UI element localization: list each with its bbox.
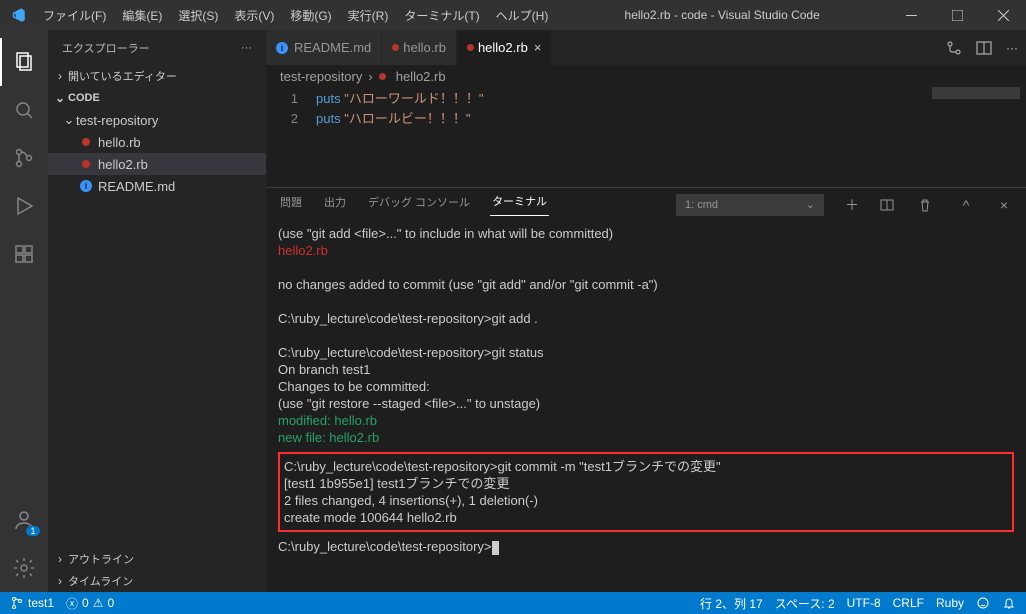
run-debug-icon[interactable] (0, 182, 48, 230)
notifications-icon[interactable] (996, 596, 1022, 610)
ruby-file-icon (379, 73, 386, 80)
menu-go[interactable]: 移動(G) (282, 7, 339, 24)
explorer-icon[interactable] (0, 38, 48, 86)
panel-tab-problems[interactable]: 問題 (278, 194, 304, 216)
tab-hello2[interactable]: hello2.rb× (457, 30, 552, 65)
line-gutter: 1 2 (266, 87, 316, 187)
editor-area: iREADME.md hello.rb hello2.rb× ··· test-… (266, 30, 1026, 592)
search-icon[interactable] (0, 86, 48, 134)
commit-highlight: C:\ruby_lecture\code\test-repository>git… (278, 452, 1014, 532)
feedback-icon[interactable] (970, 596, 996, 610)
terminal-output[interactable]: (use "git add <file>..." to include in w… (266, 221, 1026, 592)
status-spaces[interactable]: スペース: 2 (769, 595, 841, 612)
panel-tabs: 問題 出力 デバッグ コンソール ターミナル 1: cmd⌄ ＋ ^ × (266, 188, 1026, 221)
chevron-right-icon: › (52, 574, 68, 588)
source-control-icon[interactable] (0, 134, 48, 182)
window-title: hello2.rb - code - Visual Studio Code (556, 8, 888, 22)
ruby-file-icon (392, 44, 399, 51)
folder-test-repository[interactable]: ⌄test-repository (48, 109, 266, 131)
window-controls (888, 0, 1026, 30)
tab-readme[interactable]: iREADME.md (266, 30, 382, 65)
status-line-col[interactable]: 行 2、列 17 (694, 595, 769, 612)
split-terminal-icon[interactable] (880, 198, 900, 212)
activity-bar: 1 (0, 30, 48, 592)
chevron-right-icon: › (52, 69, 68, 83)
minimize-button[interactable] (888, 0, 934, 30)
file-readme-md[interactable]: iREADME.md (48, 175, 266, 197)
chevron-down-icon: ⌄ (62, 112, 76, 128)
file-hello2-rb[interactable]: hello2.rb (48, 153, 266, 175)
extensions-icon[interactable] (0, 230, 48, 278)
chevron-right-icon: › (368, 69, 372, 84)
file-hello-rb[interactable]: hello.rb (48, 131, 266, 153)
open-editors-section[interactable]: ›開いているエディター (48, 65, 266, 87)
menu-terminal[interactable]: ターミナル(T) (396, 7, 487, 24)
menu-edit[interactable]: 編集(E) (114, 7, 170, 24)
settings-icon[interactable] (0, 544, 48, 592)
chevron-right-icon: › (52, 552, 68, 566)
close-tab-icon[interactable]: × (534, 40, 542, 55)
terminal-selector[interactable]: 1: cmd⌄ (676, 194, 824, 216)
accounts-badge: 1 (26, 526, 40, 536)
error-icon: ⓧ (66, 595, 78, 612)
status-branch[interactable]: test1 (4, 596, 60, 610)
app-logo (0, 6, 35, 24)
panel-tab-output[interactable]: 出力 (322, 194, 348, 216)
folder-root[interactable]: ⌄CODE (48, 87, 266, 109)
status-encoding[interactable]: UTF-8 (841, 596, 887, 610)
ruby-file-icon (78, 160, 94, 168)
status-eol[interactable]: CRLF (887, 596, 930, 610)
menu-file[interactable]: ファイル(F) (35, 7, 114, 24)
editor-actions: ··· (938, 30, 1026, 65)
panel-tab-terminal[interactable]: ターミナル (490, 193, 549, 216)
panel-tab-debug[interactable]: デバッグ コンソール (366, 194, 472, 216)
close-button[interactable] (980, 0, 1026, 30)
explorer-header: エクスプローラー ··· (48, 30, 266, 65)
panel: 問題 出力 デバッグ コンソール ターミナル 1: cmd⌄ ＋ ^ × (us… (266, 187, 1026, 592)
minimap[interactable] (926, 87, 1026, 187)
more-actions-icon[interactable]: ··· (1006, 41, 1018, 55)
accounts-icon[interactable]: 1 (0, 496, 48, 544)
tab-bar: iREADME.md hello.rb hello2.rb× ··· (266, 30, 1026, 65)
new-terminal-icon[interactable]: ＋ (842, 195, 862, 215)
warning-icon: ⚠ (93, 596, 104, 610)
status-problems[interactable]: ⓧ0⚠0 (60, 595, 120, 612)
status-bar: test1 ⓧ0⚠0 行 2、列 17 スペース: 2 UTF-8 CRLF R… (0, 592, 1026, 614)
code-content[interactable]: puts "ハローワールド！！！" puts "ハロールビー！！！" (316, 87, 483, 187)
maximize-button[interactable] (934, 0, 980, 30)
chevron-down-icon: ⌄ (806, 198, 815, 211)
status-lang[interactable]: Ruby (930, 596, 970, 610)
breadcrumbs[interactable]: test-repository›hello2.rb (266, 65, 1026, 87)
info-file-icon: i (78, 180, 94, 192)
menu-help[interactable]: ヘルプ(H) (488, 7, 557, 24)
more-icon[interactable]: ··· (241, 42, 252, 54)
menu-select[interactable]: 選択(S) (170, 7, 226, 24)
timeline-section[interactable]: ›タイムライン (48, 570, 266, 592)
ruby-file-icon (467, 44, 474, 51)
compare-changes-icon[interactable] (946, 40, 962, 56)
ruby-file-icon (78, 138, 94, 146)
info-file-icon: i (276, 42, 288, 54)
sidebar: エクスプローラー ··· ›開いているエディター ⌄CODE ⌄test-rep… (48, 30, 266, 592)
terminal-cursor (492, 541, 499, 555)
titlebar: ファイル(F) 編集(E) 選択(S) 表示(V) 移動(G) 実行(R) ター… (0, 0, 1026, 30)
maximize-panel-icon[interactable]: ^ (956, 197, 976, 213)
menubar: ファイル(F) 編集(E) 選択(S) 表示(V) 移動(G) 実行(R) ター… (35, 7, 556, 24)
kill-terminal-icon[interactable] (918, 198, 938, 212)
file-tree: ⌄test-repository hello.rb hello2.rb iREA… (48, 109, 266, 197)
close-panel-icon[interactable]: × (994, 197, 1014, 213)
menu-run[interactable]: 実行(R) (340, 7, 397, 24)
menu-view[interactable]: 表示(V) (226, 7, 282, 24)
outline-section[interactable]: ›アウトライン (48, 548, 266, 570)
tab-hello[interactable]: hello.rb (382, 30, 457, 65)
chevron-down-icon: ⌄ (52, 91, 68, 105)
code-editor[interactable]: 1 2 puts "ハローワールド！！！" puts "ハロールビー！！！" (266, 87, 1026, 187)
split-editor-icon[interactable] (976, 40, 992, 56)
